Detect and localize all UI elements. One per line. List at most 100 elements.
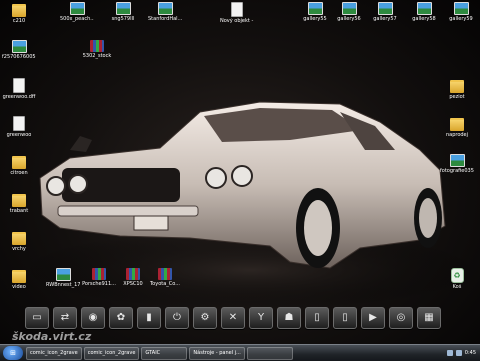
- image-icon[interactable]: ▦: [417, 307, 441, 329]
- desktop-icon-folder[interactable]: citroen: [2, 154, 36, 176]
- network-icon[interactable]: ⇄: [53, 307, 77, 329]
- desktop-icon-image[interactable]: gallery55: [298, 2, 332, 22]
- desktop-icon-folder[interactable]: vrchy: [2, 230, 36, 252]
- network-tray-icon[interactable]: [446, 350, 453, 356]
- desktop-icon-rar[interactable]: Porsche911...: [82, 268, 116, 287]
- desktop-icon-image[interactable]: sng579Ill: [106, 2, 140, 22]
- people-icon[interactable]: ☗: [277, 307, 301, 329]
- image-icon: [453, 2, 469, 15]
- image-icon: [11, 40, 27, 53]
- folder-icon: [12, 232, 26, 245]
- desktop-icon-image[interactable]: f2570676005...: [2, 40, 36, 60]
- desktop-icon-label: f2570676005...: [2, 54, 36, 60]
- dock-bar: ▭ ⇄ ◉ ✿ ▮ ⏻ ⚙ ✕ Y ☗ ▯ ▯ ▶ ◎ ▦: [22, 306, 466, 330]
- folder-icon: [12, 4, 26, 17]
- desktop-icon-folder[interactable]: peziot: [440, 78, 474, 100]
- desktop-icon-label: greenwoo.dff: [2, 94, 36, 100]
- folder-icon: [450, 80, 464, 93]
- taskbar: ⊞ comic_icon_2grave comic_icon_2grave GTAI…: [0, 344, 480, 361]
- record-icon[interactable]: ◎: [389, 307, 413, 329]
- pages-icon[interactable]: ▯: [305, 307, 329, 329]
- desktop-icon-label: vrchy: [12, 246, 26, 252]
- document-icon[interactable]: ▯: [333, 307, 357, 329]
- battery-icon[interactable]: ▮: [137, 307, 161, 329]
- recycle-icon: ♻: [450, 268, 464, 283]
- desktop-icon-recycle[interactable]: ♻ Koš: [440, 268, 474, 290]
- taskbar-task[interactable]: comic_icon_2grave: [83, 346, 140, 360]
- doc-icon: [13, 116, 25, 131]
- desktop-icon-image[interactable]: 500x_peach...: [60, 2, 94, 22]
- image-icon: [449, 154, 465, 167]
- car-wallpaper: [20, 101, 480, 310]
- desktop-icon-doc[interactable]: Nový objekt - Textový d...: [220, 2, 254, 24]
- clock[interactable]: 0:45: [465, 350, 476, 356]
- desktop-icon-label: trabant: [9, 208, 29, 214]
- wrench-icon[interactable]: Y: [249, 307, 273, 329]
- desktop-icon-label: gallery59: [449, 16, 473, 22]
- image-icon: [55, 268, 71, 281]
- image-icon: [157, 2, 173, 15]
- desktop-icon-label: peziot: [449, 94, 465, 100]
- desktop-icon-image[interactable]: gallery57: [368, 2, 402, 22]
- desktop-icon-folder[interactable]: video: [2, 268, 36, 290]
- image-icon: [115, 2, 131, 15]
- tools-icon[interactable]: ✕: [221, 307, 245, 329]
- desktop-icon-folder[interactable]: c210: [2, 2, 36, 24]
- desktop-icon-label: gallery57: [373, 16, 397, 22]
- folder-icon: [12, 194, 26, 207]
- desktop-icon-label: sng579Ill: [111, 16, 135, 22]
- desktop-icon-label: Toyota_Co...: [149, 281, 181, 287]
- image-icon: [377, 2, 393, 15]
- desktop-icon-folder[interactable]: naprodej: [440, 116, 474, 138]
- desktop-icon-folder[interactable]: trabant: [2, 192, 36, 214]
- monitor-icon[interactable]: ▭: [25, 307, 49, 329]
- system-tray: 0:45: [443, 350, 480, 356]
- start-button[interactable]: ⊞: [3, 346, 23, 360]
- doc-icon: [231, 2, 243, 17]
- desktop-icon-doc[interactable]: greenwoo: [2, 116, 36, 138]
- desktop-icon-label: RWBnnest_174...: [46, 282, 80, 288]
- taskbar-task[interactable]: GTAIC: [141, 346, 188, 360]
- volume-tray-icon[interactable]: [455, 350, 462, 356]
- power-icon[interactable]: ⏻: [165, 307, 189, 329]
- desktop-icon-image[interactable]: fotografie0352: [440, 154, 474, 174]
- desktop-icon-label: StanfordHal...: [148, 16, 182, 22]
- desktop-icon-rar[interactable]: Toyota_Co...: [148, 268, 182, 287]
- desktop-icon-image[interactable]: gallery59: [444, 2, 478, 22]
- rar-icon: [126, 268, 140, 280]
- desktop-icon-label: citroen: [10, 170, 28, 176]
- image-icon: [416, 2, 432, 15]
- image-icon: [69, 2, 85, 15]
- desktop-icon-rar[interactable]: 5302_stock: [80, 40, 114, 59]
- folder-icon: [450, 118, 464, 131]
- desktop-icon-doc[interactable]: greenwoo.dff: [2, 78, 36, 100]
- desktop-icon-label: c210: [12, 18, 26, 24]
- folder-icon: [12, 270, 26, 283]
- taskbar-task[interactable]: Nástroje - panel j...: [189, 346, 245, 360]
- watermark: škoda.virt.cz: [12, 330, 92, 343]
- desktop-icon-image[interactable]: gallery58: [407, 2, 441, 22]
- taskbar-task[interactable]: [246, 346, 293, 360]
- desktop-icon-label: gallery58: [412, 16, 436, 22]
- desktop-icon-label: XPSC10: [123, 281, 143, 287]
- rar-icon: [92, 268, 106, 280]
- folder-icon: [12, 156, 26, 169]
- rar-icon: [158, 268, 172, 280]
- taskbar-task[interactable]: comic_icon_2grave: [26, 346, 82, 360]
- desktop-icon-label: fotografie0352: [440, 168, 474, 174]
- desktop-icon-image[interactable]: gallery56: [332, 2, 366, 22]
- settings-icon[interactable]: ⚙: [193, 307, 217, 329]
- desktop-icon-label: Koš: [452, 284, 462, 290]
- desktop-icon-image[interactable]: RWBnnest_174...: [46, 268, 80, 288]
- play-icon[interactable]: ▶: [361, 307, 385, 329]
- desktop-icon-label: gallery55: [303, 16, 327, 22]
- desktop-icon-label: Nový objekt - Textový d...: [220, 18, 254, 24]
- rar-icon: [90, 40, 104, 52]
- desktop-icon-label: Porsche911...: [82, 281, 116, 287]
- desktop-icon-image[interactable]: StanfordHal...: [148, 2, 182, 22]
- disc-icon[interactable]: ◉: [81, 307, 105, 329]
- desktop-icon-label: naprodej: [445, 132, 469, 138]
- knot-icon[interactable]: ✿: [109, 307, 133, 329]
- desktop-icon-rar[interactable]: XPSC10: [116, 268, 150, 287]
- desktop-icon-label: 5302_stock: [82, 53, 112, 59]
